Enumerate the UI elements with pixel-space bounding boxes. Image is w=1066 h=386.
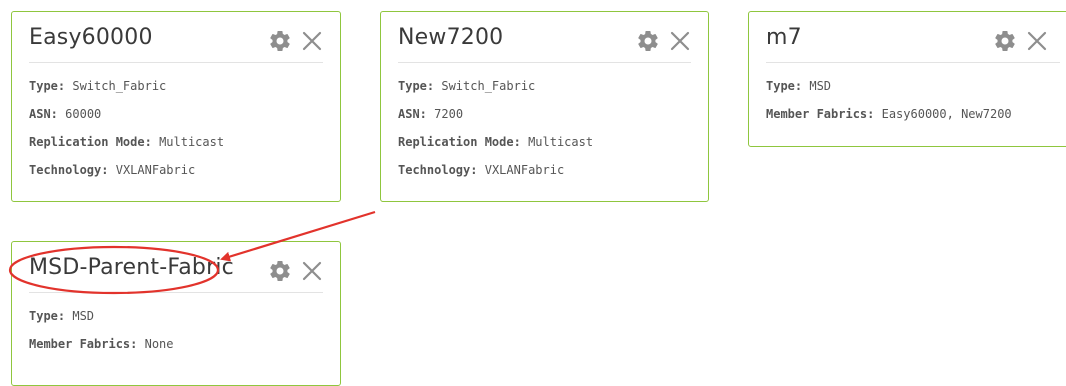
gear-icon[interactable] [636,29,660,53]
gear-icon[interactable] [993,29,1017,53]
fabric-technology: Technology: VXLANFabric [398,163,565,177]
fabric-type: Type: MSD [29,309,95,323]
close-icon[interactable] [668,29,692,53]
close-icon[interactable] [300,259,324,283]
fabric-member-fabrics: Member Fabrics: Easy60000, New7200 [766,107,1012,121]
gear-icon[interactable] [268,259,292,283]
fabric-type: Type: Switch_Fabric [398,79,536,93]
fabric-card-msd-parent-fabric[interactable]: MSD-Parent-Fabric Type: MSD Member Fabri… [11,241,341,386]
fabric-asn: ASN: 60000 [29,107,102,121]
card-divider [766,62,1060,63]
fabric-asn: ASN: 7200 [398,107,464,121]
card-divider [398,62,691,63]
fabric-card-easy60000[interactable]: Easy60000 Type: Switch_Fabric ASN: 60000… [11,11,341,202]
fabric-card-m7[interactable]: m7 Type: MSD Member Fabrics: Easy60000, … [748,11,1066,147]
fabric-card-new7200[interactable]: New7200 Type: Switch_Fabric ASN: 7200 Re… [380,11,709,202]
gear-icon[interactable] [268,29,292,53]
close-icon[interactable] [1025,29,1049,53]
fabric-type: Type: MSD [766,79,832,93]
card-divider [29,62,323,63]
fabric-replication-mode: Replication Mode: Multicast [29,135,225,149]
fabric-technology: Technology: VXLANFabric [29,163,196,177]
fabric-card-title: MSD-Parent-Fabric [29,255,234,280]
fabric-type: Type: Switch_Fabric [29,79,167,93]
fabric-card-title: m7 [766,25,802,50]
fabric-card-title: Easy60000 [29,25,153,50]
fabric-member-fabrics: Member Fabrics: None [29,337,174,351]
fabric-card-title: New7200 [398,25,504,50]
card-divider [29,292,323,293]
fabric-replication-mode: Replication Mode: Multicast [398,135,594,149]
close-icon[interactable] [300,29,324,53]
